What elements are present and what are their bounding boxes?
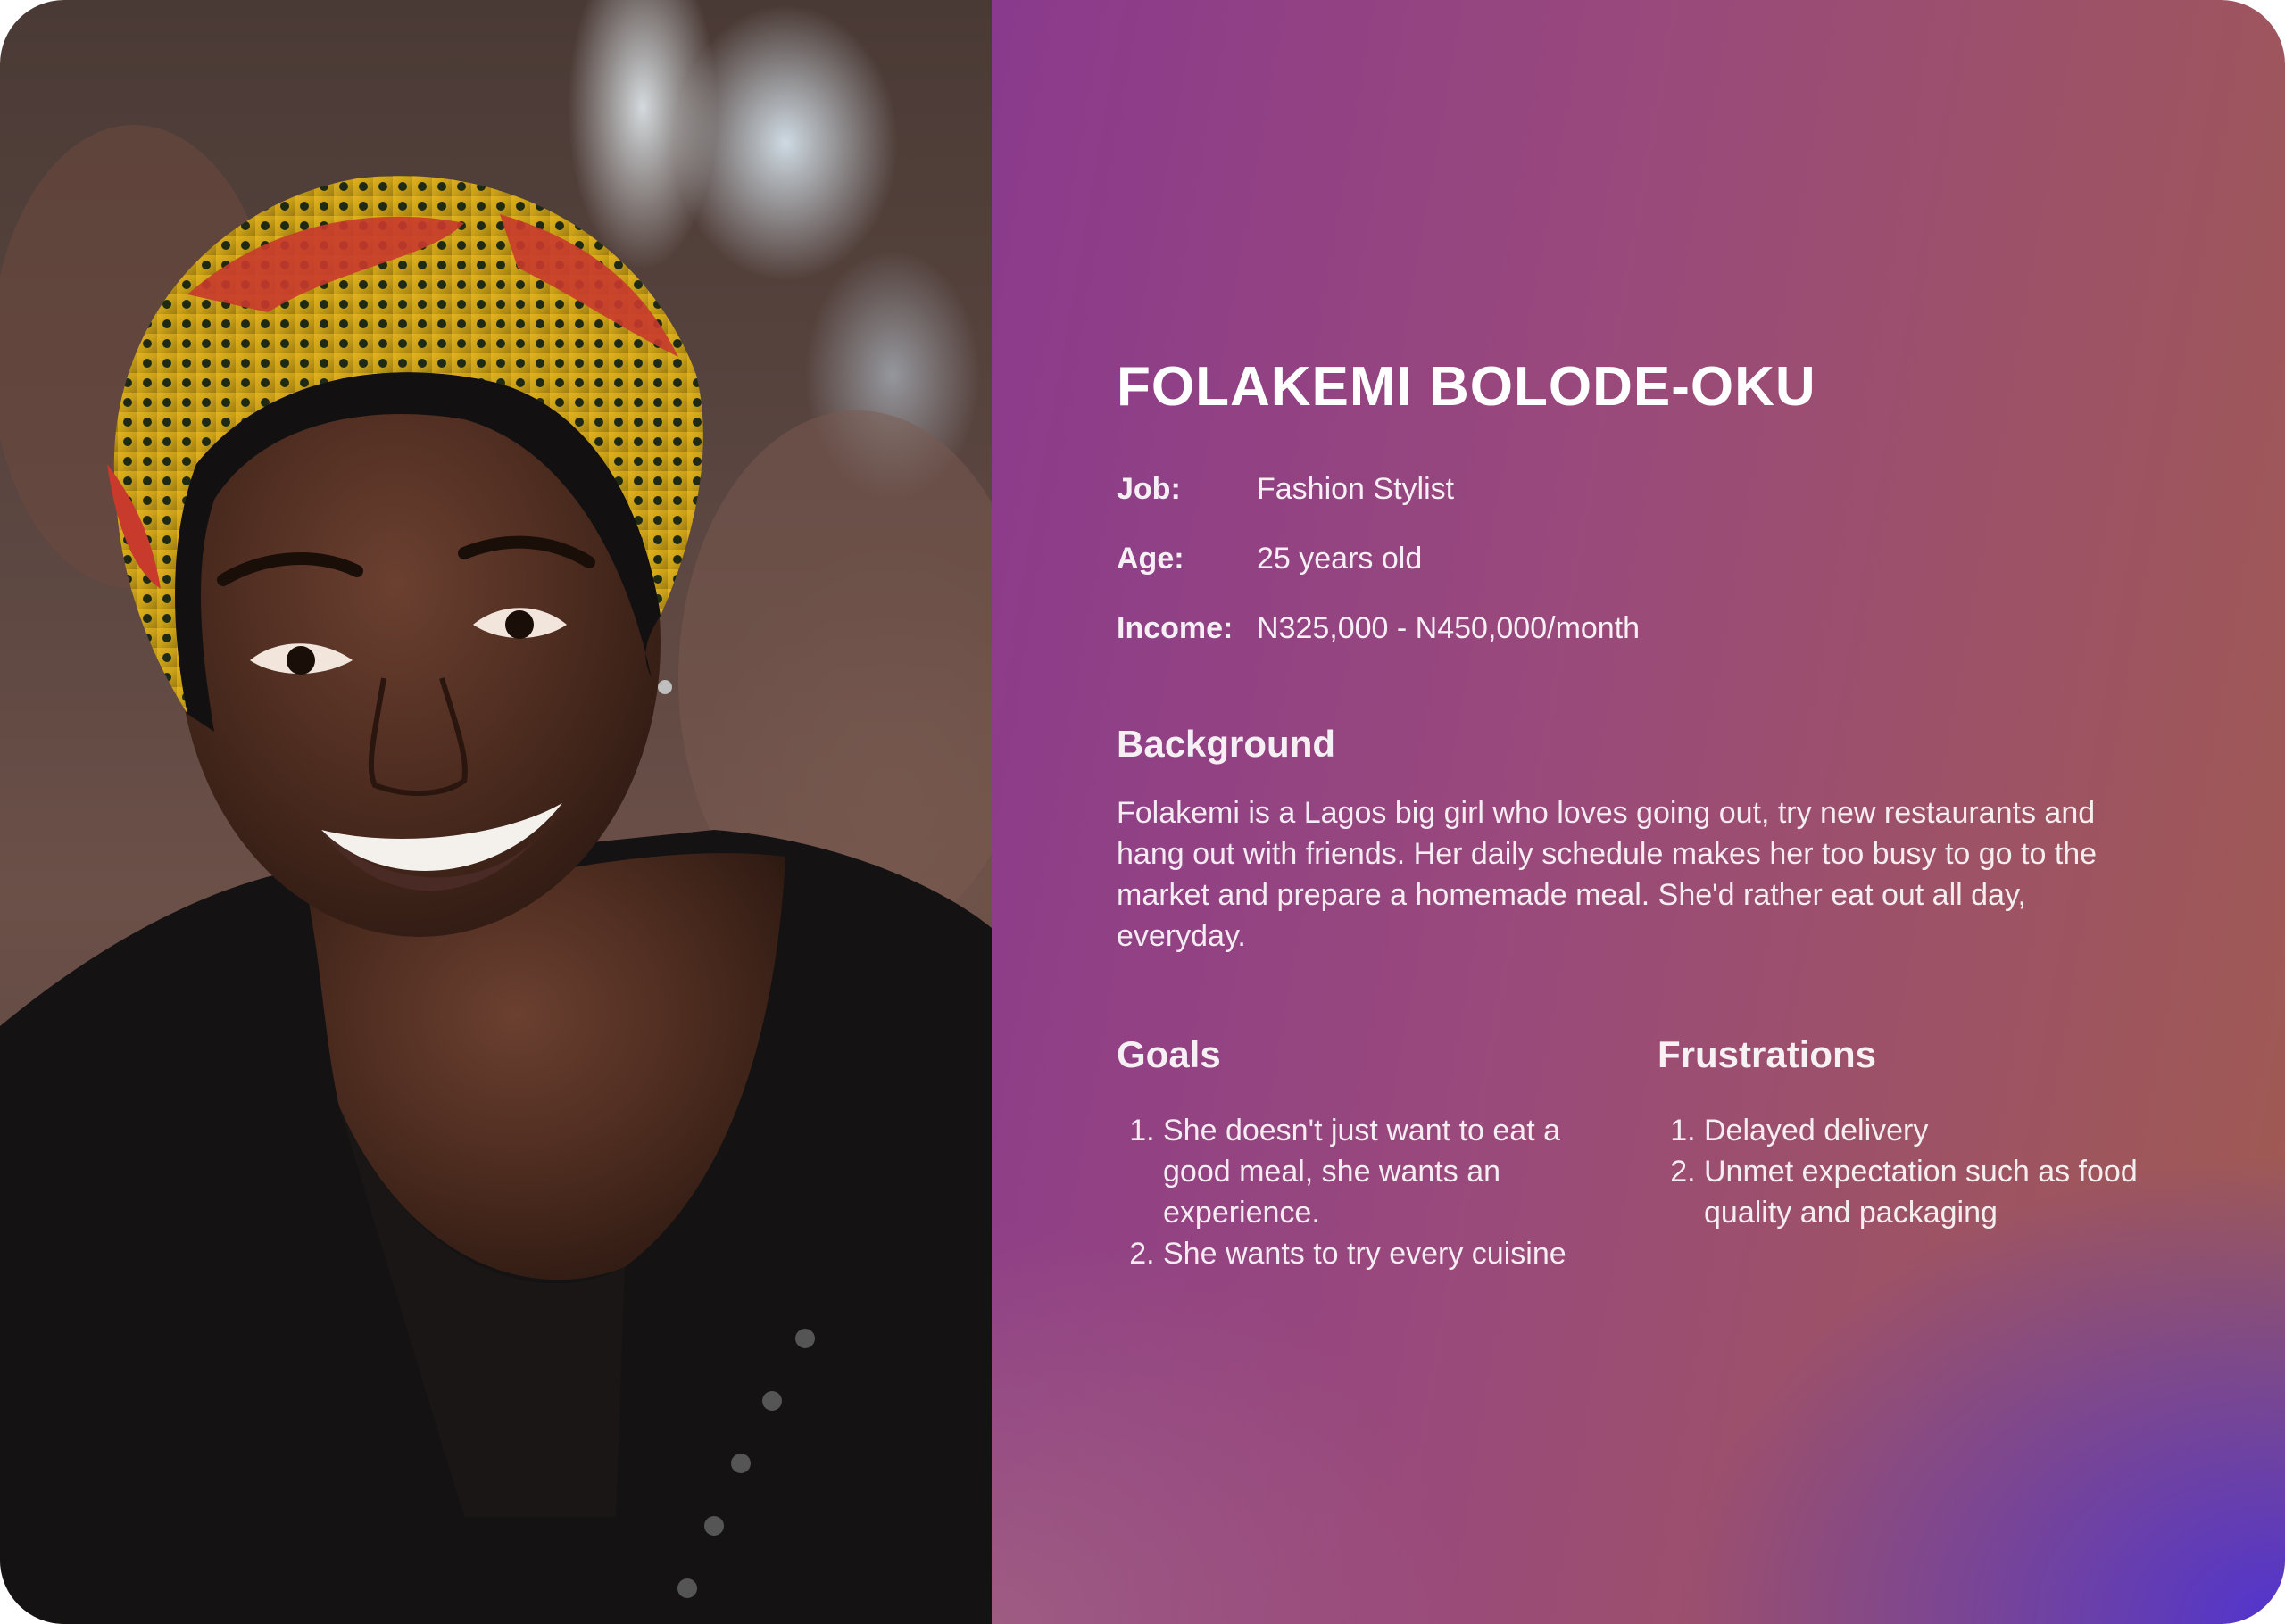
detail-value: Fashion Stylist <box>1257 472 1455 506</box>
woman-portrait-illustration <box>0 125 992 1624</box>
persona-name: FOLAKEMI BOLODE-OKU <box>1117 356 1816 418</box>
frustrations-heading: Frustrations <box>1658 1033 1877 1075</box>
detail-value: N325,000 - N450,000/month <box>1257 611 1641 645</box>
goals-list: She doesn't just want to eat a good meal… <box>1117 1110 1627 1274</box>
detail-label: Job: <box>1117 472 1181 506</box>
list-item: She doesn't just want to eat a good meal… <box>1163 1110 1627 1233</box>
persona-photo <box>0 0 992 1624</box>
persona-card: FOLAKEMI BOLODE-OKU Job: Fashion Stylist… <box>0 0 2285 1624</box>
goals-heading: Goals <box>1117 1033 1221 1075</box>
detail-value: 25 years old <box>1257 542 1423 576</box>
background-heading: Background <box>1117 723 1336 765</box>
list-item: Delayed delivery <box>1704 1110 2150 1151</box>
detail-label: Income: <box>1117 611 1234 645</box>
list-item: She wants to try every cuisine <box>1163 1233 1627 1274</box>
list-item: Unmet expectation such as food quality a… <box>1704 1151 2150 1233</box>
detail-label: Age: <box>1117 542 1184 576</box>
frustrations-list: Delayed delivery Unmet expectation such … <box>1658 1110 2150 1233</box>
persona-info-panel: FOLAKEMI BOLODE-OKU Job: Fashion Stylist… <box>992 0 2285 1624</box>
background-text: Folakemi is a Lagos big girl who loves g… <box>1117 796 2098 953</box>
